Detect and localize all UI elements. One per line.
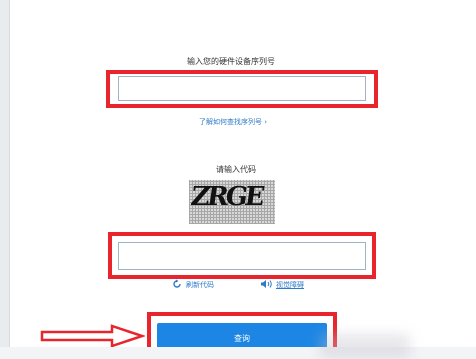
captcha-image: ZRGE [189,180,275,224]
captcha-text: ZRGE [189,182,264,212]
serial-number-input[interactable] [118,76,366,101]
find-serial-link[interactable]: 了解如何查找序列号 › [199,117,267,127]
refresh-code-link[interactable]: 刷新代码 [186,280,214,290]
refresh-icon[interactable] [172,279,182,289]
vision-impaired-link[interactable]: 视觉障碍 [276,280,304,290]
red-arrow-annotation [40,324,145,348]
speaker-icon[interactable] [260,279,273,289]
code-input[interactable] [118,242,366,270]
watermark-blur [320,334,410,359]
enter-code-label: 请输入代码 [216,165,256,174]
left-panel-edge [0,0,10,359]
serial-number-label: 输入您的硬件设备序列号 [187,57,275,66]
